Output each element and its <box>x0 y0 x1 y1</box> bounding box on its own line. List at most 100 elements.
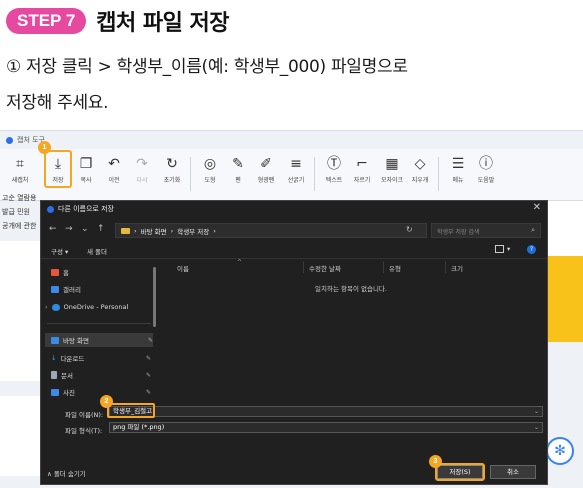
nav-item-documents[interactable]: 문서 ✎ <box>51 370 151 380</box>
marker-1: 1 <box>38 141 51 154</box>
chevron-down-icon[interactable]: ▾ <box>507 245 510 253</box>
step-title: 캡처 파일 저장 <box>96 11 230 36</box>
toolbar-new-capture[interactable]: ⌗ 새캡처 <box>6 155 34 184</box>
picture-icon <box>51 388 59 396</box>
toolbar-divider <box>314 157 315 191</box>
folder-icon <box>121 227 130 234</box>
toolbar-menu[interactable]: ☰ 메뉴 <box>444 155 472 184</box>
column-divider <box>303 261 304 273</box>
nav-item-label: 문서 <box>61 372 73 380</box>
toolbar-line-weight[interactable]: ≡ 선굵기 <box>282 155 310 184</box>
toolbar-pen[interactable]: ✎ 펜 <box>224 155 252 184</box>
floating-help-icon[interactable]: ✻ <box>546 437 574 465</box>
nav-item-downloads[interactable]: ↓ 다운로드 ✎ <box>51 353 151 363</box>
refresh-icon[interactable]: ↻ <box>406 225 413 234</box>
breadcrumb-item[interactable]: 바탕 화면 <box>141 226 167 236</box>
column-divider <box>383 261 384 273</box>
refresh-icon: ↻ <box>166 156 178 172</box>
toolbar-divider <box>190 157 191 191</box>
dialog-title-bar: 다른 이름으로 저장 <box>47 204 114 214</box>
step-header: STEP 7 캡처 파일 저장 <box>6 5 230 37</box>
column-header-name[interactable]: 이름 <box>177 263 189 273</box>
up-arrow-icon[interactable]: ↑ <box>97 224 105 234</box>
search-input[interactable]: 학생부 저장 검색 ⌕ <box>431 223 541 238</box>
sort-caret-icon: ^ <box>237 259 243 266</box>
desktop-icon <box>51 336 59 344</box>
forward-arrow-icon[interactable]: → <box>65 224 73 234</box>
organize-button[interactable]: 구성 ▾ <box>51 246 68 256</box>
toolbar-divider <box>438 157 439 191</box>
nav-item-label: 갤러리 <box>63 286 81 294</box>
close-icon[interactable]: ✕ <box>533 202 541 213</box>
screenshot-area: 캡처 도구 ⌗ 새캡처 ⤓ 저장 ❐ 복사 ↶ 이전 ↷ 다시 ↻ 초기화 ◎ 도형 ✎ 펜 ✐… <box>0 130 583 488</box>
filetype-select[interactable]: png 파일 (*.png) ⌄ <box>109 422 543 433</box>
toolbar-shapes[interactable]: ◎ 도형 <box>196 155 224 184</box>
toolbar-label: 텍스트 <box>325 177 343 184</box>
scrollbar[interactable] <box>153 267 156 327</box>
menu-icon: ☰ <box>451 156 465 172</box>
background-panel <box>0 396 40 476</box>
nav-item-onedrive[interactable]: › OneDrive - Personal <box>45 303 145 311</box>
toolbar-label: 도움말 <box>477 177 495 184</box>
toolbar-copy[interactable]: ❐ 복사 <box>72 155 100 184</box>
breadcrumb-item[interactable]: 학생부 저장 <box>177 226 209 236</box>
back-arrow-icon[interactable]: ← <box>49 224 57 234</box>
new-folder-button[interactable]: 새 폴더 <box>87 246 107 256</box>
highlighter-icon: ✐ <box>260 156 272 172</box>
save-highlight-box <box>44 150 72 188</box>
column-header-type[interactable]: 유형 <box>389 263 401 273</box>
empty-message: 일치하는 항목이 없습니다. <box>315 285 387 293</box>
file-list: ^ 이름 수정한 날짜 유형 크기 일치하는 항목이 없습니다. <box>161 259 547 449</box>
toolbar-eraser[interactable]: ◇ 지우개 <box>406 155 434 184</box>
toolbar-redo[interactable]: ↷ 다시 <box>128 155 156 184</box>
step-badge: STEP 7 <box>6 8 87 34</box>
toolbar-label: 복사 <box>80 177 92 184</box>
chevron-right-icon: › <box>45 303 48 311</box>
chevron-down-icon[interactable]: ⌄ <box>81 224 89 234</box>
chevron-down-icon[interactable]: ⌄ <box>534 407 539 416</box>
nav-item-label: 바탕 화면 <box>63 337 89 345</box>
toolbar-help[interactable]: ⓘ 도움말 <box>472 155 500 184</box>
line-weight-icon: ≡ <box>290 156 302 172</box>
cancel-button[interactable]: 취소 <box>490 465 536 479</box>
nav-item-home[interactable]: 홈 <box>51 267 151 277</box>
search-placeholder: 학생부 저장 검색 <box>437 229 480 236</box>
toolbar-label: 새캡처 <box>11 177 29 184</box>
app-logo-icon <box>6 136 13 144</box>
view-options-icon[interactable] <box>495 245 504 253</box>
bg-text: 공개에 관한 <box>2 222 37 230</box>
nav-item-pictures[interactable]: 사진 ✎ <box>51 387 151 397</box>
hide-folders-toggle[interactable]: ∧ 폴더 숨기기 <box>47 468 86 478</box>
background-panel <box>0 241 40 381</box>
help-icon[interactable]: ? <box>527 245 536 254</box>
instruction-line-2: 저장해 주세요. <box>6 93 109 113</box>
filetype-label: 파일 형식(T): <box>65 427 103 435</box>
marker-2: 2 <box>100 395 113 408</box>
column-header-modified[interactable]: 수정한 날짜 <box>309 263 341 273</box>
dialog-footer: ∧ 폴더 숨기기 저장(S) 취소 3 <box>41 455 547 485</box>
shapes-icon: ◎ <box>203 156 217 172</box>
toolbar-reset[interactable]: ↻ 초기화 <box>158 155 186 184</box>
crop-icon: ⌗ <box>16 156 24 172</box>
nav-item-label: OneDrive - Personal <box>63 303 129 311</box>
nav-item-desktop[interactable]: 바탕 화면 ✎ <box>45 333 153 347</box>
address-bar[interactable]: › 바탕 화면 › 학생부 저장 › <box>115 223 427 238</box>
toolbar-label: 선굵기 <box>287 177 305 184</box>
download-folder-icon: ↓ <box>51 354 57 362</box>
dialog-title: 다른 이름으로 저장 <box>58 205 114 213</box>
toolbar-undo[interactable]: ↶ 이전 <box>100 155 128 184</box>
column-header-size[interactable]: 크기 <box>451 263 463 273</box>
nav-item-gallery[interactable]: 갤러리 <box>51 284 151 294</box>
filename-input[interactable]: 학생부_김철고 ⌄ <box>109 406 543 417</box>
toolbar-crop[interactable]: ⌐ 자르기 <box>348 155 376 184</box>
text-icon: Ⓣ <box>327 156 341 172</box>
command-bar: 구성 ▾ 새 폴더 ▾ ? <box>41 243 547 259</box>
toolbar-label: 펜 <box>235 177 241 184</box>
capture-toolbar: ⌗ 새캡처 ⤓ 저장 ❐ 복사 ↶ 이전 ↷ 다시 ↻ 초기화 ◎ 도형 ✎ 펜 ✐ 형광펜 ≡ 선… <box>0 149 583 201</box>
chevron-down-icon: ⌄ <box>533 424 539 431</box>
toolbar-label: 모자이크 <box>380 177 404 184</box>
toolbar-highlighter[interactable]: ✐ 형광펜 <box>252 155 280 184</box>
toolbar-mosaic[interactable]: ▦ 모자이크 <box>378 155 406 184</box>
toolbar-text[interactable]: Ⓣ 텍스트 <box>320 155 348 184</box>
chevron-right-icon: › <box>213 226 216 235</box>
